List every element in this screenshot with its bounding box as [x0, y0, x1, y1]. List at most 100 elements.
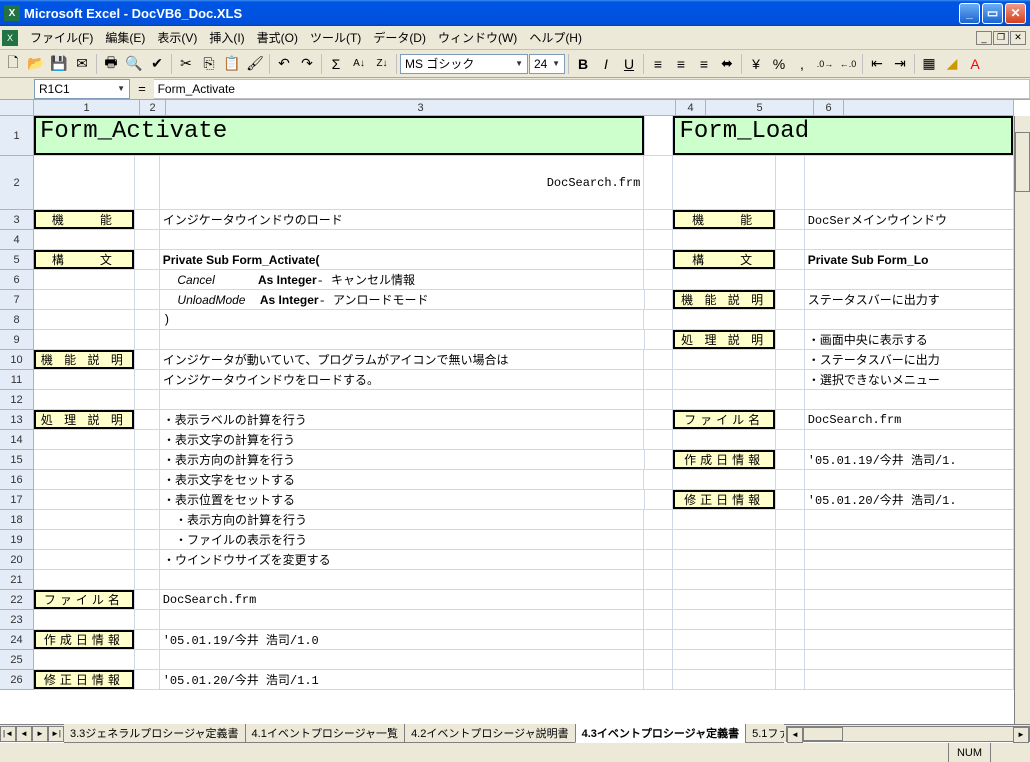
cell[interactable] [135, 330, 160, 349]
cell[interactable] [135, 630, 160, 649]
cell[interactable] [776, 470, 805, 489]
italic-button[interactable]: I [595, 53, 617, 75]
cell[interactable] [135, 156, 160, 209]
column-header[interactable]: 3 [166, 100, 676, 116]
cell[interactable] [776, 550, 805, 569]
cell[interactable] [673, 270, 776, 289]
mdi-restore-button[interactable]: ❐ [993, 31, 1009, 45]
cell[interactable] [644, 550, 673, 569]
cell[interactable] [135, 230, 160, 249]
cell[interactable] [160, 230, 644, 249]
currency-button[interactable]: ¥ [745, 53, 767, 75]
copy-button[interactable]: ⎘ [198, 53, 220, 75]
cell[interactable] [644, 570, 673, 589]
tab-nav-next[interactable]: ► [32, 726, 48, 742]
cell[interactable] [644, 650, 673, 669]
cell[interactable] [34, 310, 135, 329]
cell[interactable]: 処 理 説 明 [34, 410, 135, 429]
row-header[interactable]: 20 [0, 550, 34, 570]
cell[interactable]: '05.01.19/今井 浩司/1.0 [160, 630, 645, 649]
cell[interactable]: インジケータウインドウをロードする。 [160, 370, 644, 389]
cell[interactable] [805, 590, 1014, 609]
cell[interactable] [776, 650, 805, 669]
increase-decimal-button[interactable]: .0→ [814, 53, 836, 75]
cut-button[interactable]: ✂ [175, 53, 197, 75]
name-box[interactable]: R1C1 ▼ [34, 79, 130, 99]
cell[interactable] [673, 530, 776, 549]
scrollbar-thumb[interactable] [1015, 132, 1030, 192]
cell[interactable] [673, 310, 776, 329]
cell[interactable] [644, 310, 673, 329]
cell[interactable]: '05.01.20/今井 浩司/1.1 [160, 670, 645, 689]
cell[interactable] [805, 630, 1014, 649]
column-header[interactable]: 4 [676, 100, 706, 116]
decrease-decimal-button[interactable]: ←.0 [837, 53, 859, 75]
cell[interactable] [34, 550, 135, 569]
cell[interactable]: ・表示方向の計算を行う [160, 450, 645, 469]
cell[interactable] [673, 610, 776, 629]
cell[interactable]: ・ファイルの表示を行う [160, 530, 644, 549]
spellcheck-button[interactable]: ✔ [146, 53, 168, 75]
cell[interactable] [160, 330, 645, 349]
close-button[interactable]: ✕ [1005, 3, 1026, 24]
font-color-button[interactable]: A [964, 53, 986, 75]
tab-nav-first[interactable]: |◄ [0, 726, 16, 742]
cell[interactable] [644, 230, 673, 249]
menu-window[interactable]: ウィンドウ(W) [432, 27, 523, 48]
worksheet-grid[interactable]: 123456 123456789101112131415161718192021… [0, 100, 1030, 724]
row-header[interactable]: 2 [0, 156, 34, 210]
menu-view[interactable]: 表示(V) [151, 27, 203, 48]
cell[interactable] [644, 350, 673, 369]
cell[interactable] [805, 610, 1014, 629]
cell[interactable] [160, 570, 644, 589]
cell[interactable] [34, 430, 135, 449]
cell[interactable]: 機 能 [34, 210, 135, 229]
cell[interactable] [776, 210, 805, 229]
font-name-combo[interactable]: MS ゴシック ▼ [400, 54, 528, 74]
cell[interactable]: 機 能 [673, 210, 776, 229]
cell[interactable]: UnloadMode As Integer - アンロードモード [160, 290, 645, 309]
autosum-button[interactable]: Σ [325, 53, 347, 75]
cell[interactable] [135, 470, 160, 489]
cell[interactable] [34, 510, 135, 529]
cell[interactable] [645, 490, 674, 509]
cell[interactable]: ・ステータスバーに出力 [805, 350, 1014, 369]
cell[interactable]: DocSerメインウインドウ [805, 210, 1014, 229]
row-header[interactable]: 25 [0, 650, 34, 670]
cell[interactable] [673, 470, 776, 489]
paste-button[interactable]: 📋 [221, 53, 243, 75]
increase-indent-button[interactable]: ⇥ [889, 53, 911, 75]
cell[interactable] [34, 530, 135, 549]
cell[interactable] [776, 510, 805, 529]
select-all-corner[interactable] [0, 100, 34, 116]
redo-button[interactable]: ↷ [296, 53, 318, 75]
sheet-tab[interactable]: 5.1ファンクション一覧 [745, 724, 784, 743]
vertical-scrollbar[interactable] [1014, 116, 1030, 724]
cell[interactable] [673, 570, 776, 589]
cell[interactable] [135, 650, 160, 669]
cell[interactable]: ・表示方向の計算を行う [160, 510, 644, 529]
align-right-button[interactable]: ≡ [693, 53, 715, 75]
cell[interactable]: DocSearch.frm [160, 590, 645, 609]
cell[interactable] [34, 490, 135, 509]
cell[interactable]: Form_Activate [34, 116, 645, 155]
cell[interactable] [645, 290, 674, 309]
row-header[interactable]: 17 [0, 490, 34, 510]
cell[interactable] [135, 610, 160, 629]
row-header[interactable]: 15 [0, 450, 34, 470]
row-header[interactable]: 24 [0, 630, 34, 650]
sheet-tab[interactable]: 4.3イベントプロシージャ定義書 [575, 724, 747, 743]
cell[interactable] [776, 630, 805, 649]
menu-file[interactable]: ファイル(F) [24, 27, 99, 48]
cell[interactable] [34, 390, 135, 409]
row-header[interactable]: 18 [0, 510, 34, 530]
cell[interactable] [135, 410, 160, 429]
menu-tools[interactable]: ツール(T) [304, 27, 367, 48]
cell[interactable] [776, 410, 805, 429]
align-center-button[interactable]: ≡ [670, 53, 692, 75]
cell[interactable] [673, 350, 776, 369]
mail-button[interactable]: ✉ [71, 53, 93, 75]
cell[interactable]: 作成日情報 [34, 630, 135, 649]
comma-button[interactable]: , [791, 53, 813, 75]
cell[interactable] [34, 156, 135, 209]
